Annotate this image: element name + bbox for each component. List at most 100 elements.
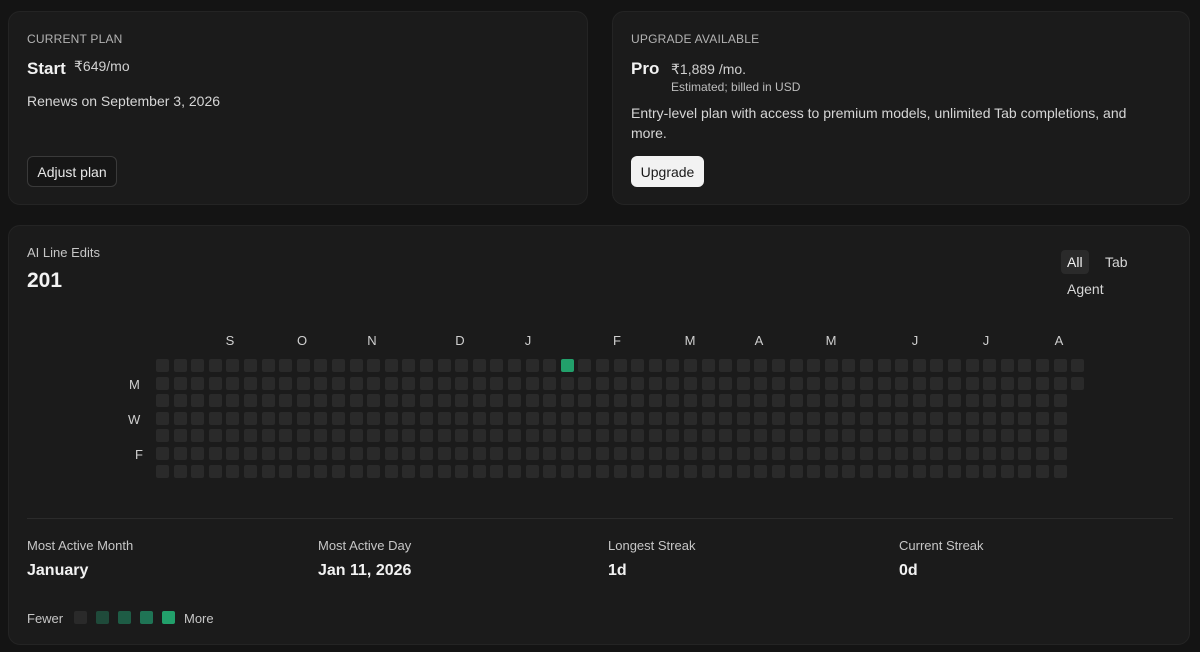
heatmap-cell[interactable] — [772, 429, 785, 443]
heatmap-cell[interactable] — [983, 359, 997, 372]
heatmap-cell[interactable] — [842, 464, 856, 478]
heatmap-cell[interactable] — [384, 429, 398, 443]
heatmap-cell[interactable] — [648, 376, 662, 390]
heatmap-cell[interactable] — [895, 464, 909, 478]
heatmap-cell[interactable] — [455, 447, 469, 460]
heatmap-cell[interactable] — [666, 359, 680, 372]
heatmap-cell[interactable] — [296, 394, 310, 408]
heatmap-cell[interactable] — [490, 359, 504, 372]
heatmap-cell[interactable] — [261, 447, 275, 460]
heatmap-cell[interactable] — [455, 376, 469, 390]
heatmap-cell[interactable] — [596, 411, 609, 425]
heatmap-cell[interactable] — [684, 429, 697, 443]
heatmap-cell[interactable] — [983, 447, 997, 460]
heatmap-cell[interactable] — [173, 429, 187, 443]
heatmap-cell[interactable] — [719, 359, 733, 372]
heatmap-cell[interactable] — [983, 464, 997, 478]
heatmap-cell[interactable] — [578, 359, 592, 372]
heatmap-cell[interactable] — [332, 411, 345, 425]
heatmap-cell[interactable] — [472, 394, 486, 408]
heatmap-cell[interactable] — [156, 359, 169, 372]
heatmap-cell[interactable] — [543, 464, 557, 478]
heatmap-cell[interactable] — [1000, 429, 1014, 443]
heatmap-cell[interactable] — [613, 359, 627, 372]
heatmap-cell[interactable] — [384, 411, 398, 425]
filter-all[interactable]: All — [1061, 250, 1089, 274]
heatmap-cell[interactable] — [912, 376, 926, 390]
heatmap-cell[interactable] — [490, 429, 504, 443]
heatmap-cell[interactable] — [384, 464, 398, 478]
heatmap-cell[interactable] — [437, 394, 451, 408]
heatmap-cell[interactable] — [860, 394, 873, 408]
heatmap-cell[interactable] — [807, 411, 821, 425]
heatmap-cell[interactable] — [596, 464, 609, 478]
heatmap-cell[interactable] — [684, 359, 697, 372]
heatmap-cell[interactable] — [508, 429, 521, 443]
heatmap-cell[interactable] — [208, 447, 222, 460]
heatmap-cell[interactable] — [736, 411, 750, 425]
heatmap-cell[interactable] — [525, 359, 539, 372]
heatmap-cell[interactable] — [1018, 464, 1032, 478]
heatmap-cell[interactable] — [1071, 359, 1085, 372]
heatmap-cell[interactable] — [772, 411, 785, 425]
heatmap-cell[interactable] — [367, 411, 381, 425]
heatmap-cell[interactable] — [983, 429, 997, 443]
heatmap-cell[interactable] — [508, 447, 521, 460]
heatmap-cell[interactable] — [613, 394, 627, 408]
heatmap-cell[interactable] — [279, 411, 293, 425]
heatmap-cell[interactable] — [420, 429, 433, 443]
heatmap-cell[interactable] — [860, 376, 873, 390]
heatmap-cell[interactable] — [332, 464, 345, 478]
heatmap-cell[interactable] — [772, 394, 785, 408]
heatmap-cell[interactable] — [560, 411, 574, 425]
heatmap-cell[interactable] — [543, 429, 557, 443]
heatmap-cell[interactable] — [156, 429, 169, 443]
heatmap-cell[interactable] — [525, 394, 539, 408]
heatmap-cell[interactable] — [578, 447, 592, 460]
heatmap-cell[interactable] — [666, 376, 680, 390]
heatmap-cell[interactable] — [208, 411, 222, 425]
heatmap-cell[interactable] — [1018, 394, 1032, 408]
heatmap-cell[interactable] — [455, 394, 469, 408]
heatmap-cell[interactable] — [349, 411, 363, 425]
heatmap-cell[interactable] — [596, 429, 609, 443]
heatmap-cell[interactable] — [772, 376, 785, 390]
heatmap-cell[interactable] — [1036, 447, 1049, 460]
heatmap-cell[interactable] — [842, 447, 856, 460]
heatmap-cell[interactable] — [877, 376, 891, 390]
heatmap-cell[interactable] — [719, 429, 733, 443]
heatmap-cell[interactable] — [173, 376, 187, 390]
heatmap-cell[interactable] — [296, 447, 310, 460]
heatmap-cell[interactable] — [754, 429, 768, 443]
heatmap-cell[interactable] — [173, 447, 187, 460]
heatmap-cell[interactable] — [1036, 394, 1049, 408]
heatmap-cell[interactable] — [296, 429, 310, 443]
heatmap-cell[interactable] — [173, 464, 187, 478]
heatmap-cell[interactable] — [666, 447, 680, 460]
heatmap-cell[interactable] — [1000, 464, 1014, 478]
heatmap-cell[interactable] — [296, 464, 310, 478]
heatmap-cell[interactable] — [578, 429, 592, 443]
heatmap-cell[interactable] — [877, 429, 891, 443]
heatmap-cell[interactable] — [895, 394, 909, 408]
heatmap-cell[interactable] — [965, 429, 979, 443]
heatmap-cell[interactable] — [1000, 394, 1014, 408]
heatmap-cell[interactable] — [596, 447, 609, 460]
heatmap-cell[interactable] — [437, 359, 451, 372]
heatmap-cell[interactable] — [543, 394, 557, 408]
heatmap-cell[interactable] — [332, 394, 345, 408]
heatmap-cell[interactable] — [789, 411, 803, 425]
heatmap-cell[interactable] — [226, 394, 240, 408]
heatmap-cell[interactable] — [860, 429, 873, 443]
heatmap-cell[interactable] — [824, 359, 838, 372]
heatmap-cell[interactable] — [156, 411, 169, 425]
heatmap-cell[interactable] — [1000, 376, 1014, 390]
heatmap-cell[interactable] — [965, 394, 979, 408]
heatmap-cell[interactable] — [895, 376, 909, 390]
heatmap-cell[interactable] — [420, 394, 433, 408]
heatmap-cell[interactable] — [208, 429, 222, 443]
heatmap-cell[interactable] — [842, 429, 856, 443]
heatmap-cell[interactable] — [314, 394, 328, 408]
heatmap-cell[interactable] — [490, 394, 504, 408]
heatmap-cell[interactable] — [754, 359, 768, 372]
